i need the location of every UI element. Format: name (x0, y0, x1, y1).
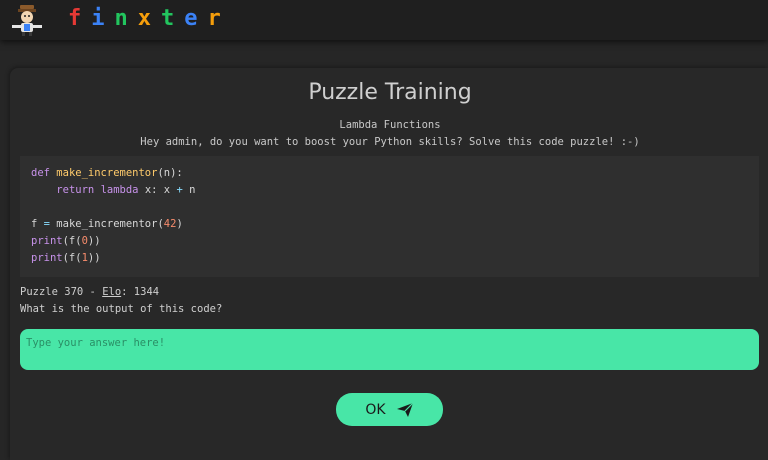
puzzle-topic: Lambda Functions (339, 119, 441, 131)
brand-wordmark[interactable]: finxter (68, 6, 231, 31)
code-block: def make_incrementor(n): return lambda x… (20, 156, 759, 277)
code-number: 1 (81, 252, 88, 264)
elo-link[interactable]: Elo (102, 286, 121, 298)
page-title: Puzzle Training (308, 80, 472, 105)
puzzle-number: Puzzle 370 - (20, 286, 103, 298)
brand-letter: r (207, 6, 231, 31)
submit-button[interactable]: OK (336, 393, 443, 426)
submit-label: OK (365, 401, 386, 418)
brand-letter: i (91, 6, 115, 31)
code-number: 0 (81, 235, 88, 247)
code-line-1: def make_incrementor(n): (31, 167, 183, 179)
code-line-4: f = make_incrementor(42) (31, 218, 183, 230)
brand-letter: e (184, 6, 208, 31)
answer-input[interactable] (20, 329, 759, 370)
code-line-2: return lambda x: x + n (56, 184, 196, 196)
code-builtin: print (31, 235, 63, 247)
intro-text: Hey admin, do you want to boost your Pyt… (140, 136, 640, 148)
code-number: 42 (163, 218, 177, 230)
paper-plane-icon (396, 402, 414, 417)
finxter-mascot-icon[interactable] (8, 3, 48, 37)
code-operator: = (43, 218, 50, 230)
code-keyword: return (56, 184, 95, 196)
code-keyword: lambda (100, 184, 139, 196)
brand-letter: t (161, 6, 185, 31)
code-builtin: print (31, 252, 63, 264)
question-text: What is the output of this code? (20, 303, 223, 315)
code-line-6: print(f(1)) (31, 252, 101, 264)
code-function-name: make_incrementor (56, 167, 158, 179)
code-line-5: print(f(0)) (31, 235, 101, 247)
brand-letter: x (137, 6, 161, 31)
elo-value: : 1344 (121, 286, 160, 298)
code-operator: + (176, 184, 183, 196)
puzzle-meta: Puzzle 370 - Elo: 1344 (20, 286, 159, 298)
brand-letter: f (68, 6, 92, 31)
code-keyword: def (31, 167, 50, 179)
brand-letter: n (114, 6, 138, 31)
top-navigation-bar: finxter (0, 0, 768, 40)
